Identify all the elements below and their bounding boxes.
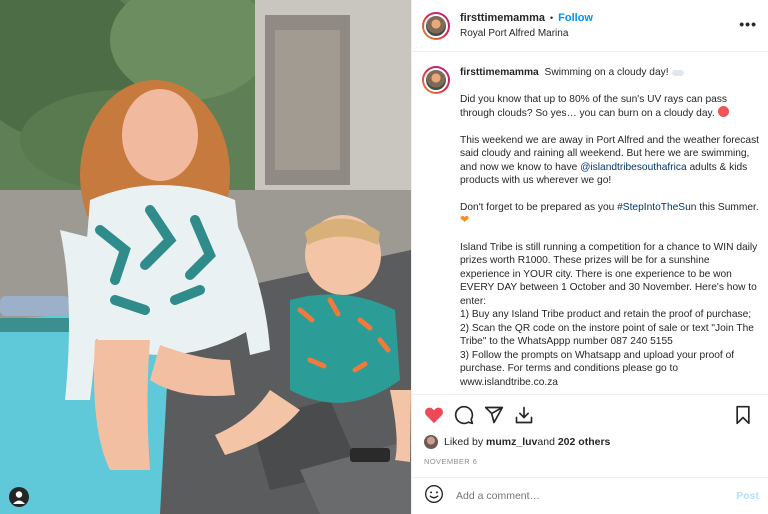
hashtag-link[interactable]: #StepIntoTheSun bbox=[617, 202, 696, 213]
liker-username[interactable]: mumz_luv bbox=[486, 436, 537, 448]
caption-step-2: 2) Scan the QR code on the instore point… bbox=[460, 322, 754, 348]
orange-heart-icon: ❤ bbox=[460, 214, 470, 226]
bookmark-icon[interactable] bbox=[731, 403, 755, 427]
likes-summary[interactable]: Liked by mumz_luv and 202 others bbox=[424, 434, 610, 450]
comment-input[interactable] bbox=[456, 490, 716, 502]
send-icon[interactable] bbox=[482, 403, 506, 427]
caption-avatar[interactable] bbox=[422, 66, 450, 94]
smiley-icon[interactable] bbox=[424, 484, 444, 509]
caption-paragraph-3a: Don't forget to be prepared as you bbox=[460, 201, 618, 213]
caption-username[interactable]: firsttimemamma bbox=[460, 67, 539, 78]
post-header: firsttimemamma • Follow Royal Port Alfre… bbox=[412, 0, 768, 52]
post-comment-button[interactable]: Post bbox=[736, 490, 759, 502]
more-options-icon[interactable]: ••• bbox=[739, 16, 757, 32]
author-avatar[interactable] bbox=[422, 11, 450, 40]
caption-area: firsttimemamma Swimming on a cloudy day!… bbox=[412, 52, 768, 394]
caption-text: firsttimemamma Swimming on a cloudy day!… bbox=[460, 66, 759, 394]
follow-button[interactable]: Follow bbox=[558, 10, 593, 26]
post-photo[interactable] bbox=[0, 0, 411, 514]
separator-dot: • bbox=[549, 12, 554, 23]
photo-illustration bbox=[0, 0, 411, 514]
author-username[interactable]: firsttimemamma bbox=[460, 10, 545, 26]
action-bar bbox=[412, 394, 768, 434]
comment-bar: Post bbox=[412, 477, 768, 514]
caption-paragraph-3b: this Summer. bbox=[696, 201, 759, 213]
mention-link[interactable]: @islandtribesouthafrica bbox=[580, 162, 687, 173]
likes-middle: and bbox=[537, 436, 555, 448]
post-date[interactable]: NOVEMBER 6 bbox=[424, 457, 477, 466]
user-tag-icon[interactable] bbox=[9, 487, 29, 507]
caption-line-1: Swimming on a cloudy day! bbox=[544, 67, 669, 78]
download-icon[interactable] bbox=[512, 403, 536, 427]
caption-paragraph-1: Did you know that up to 80% of the sun's… bbox=[460, 93, 727, 120]
post-detail-panel: firsttimemamma • Follow Royal Port Alfre… bbox=[411, 0, 768, 514]
comment-icon[interactable] bbox=[452, 403, 476, 427]
caption-step-3: 3) Follow the prompts on Whatsapp and up… bbox=[460, 349, 735, 388]
hot-face-icon bbox=[717, 106, 729, 117]
likes-prefix: Liked by bbox=[444, 436, 484, 448]
heart-icon[interactable] bbox=[422, 403, 446, 427]
caption-step-1: 1) Buy any Island Tribe product and reta… bbox=[460, 309, 752, 320]
liker-avatar[interactable] bbox=[424, 435, 438, 449]
sun-behind-cloud-icon bbox=[671, 67, 685, 76]
caption-paragraph-4: Island Tribe is still running a competit… bbox=[460, 241, 758, 307]
post-location[interactable]: Royal Port Alfred Marina bbox=[460, 26, 593, 42]
likes-count[interactable]: 202 others bbox=[558, 436, 611, 448]
